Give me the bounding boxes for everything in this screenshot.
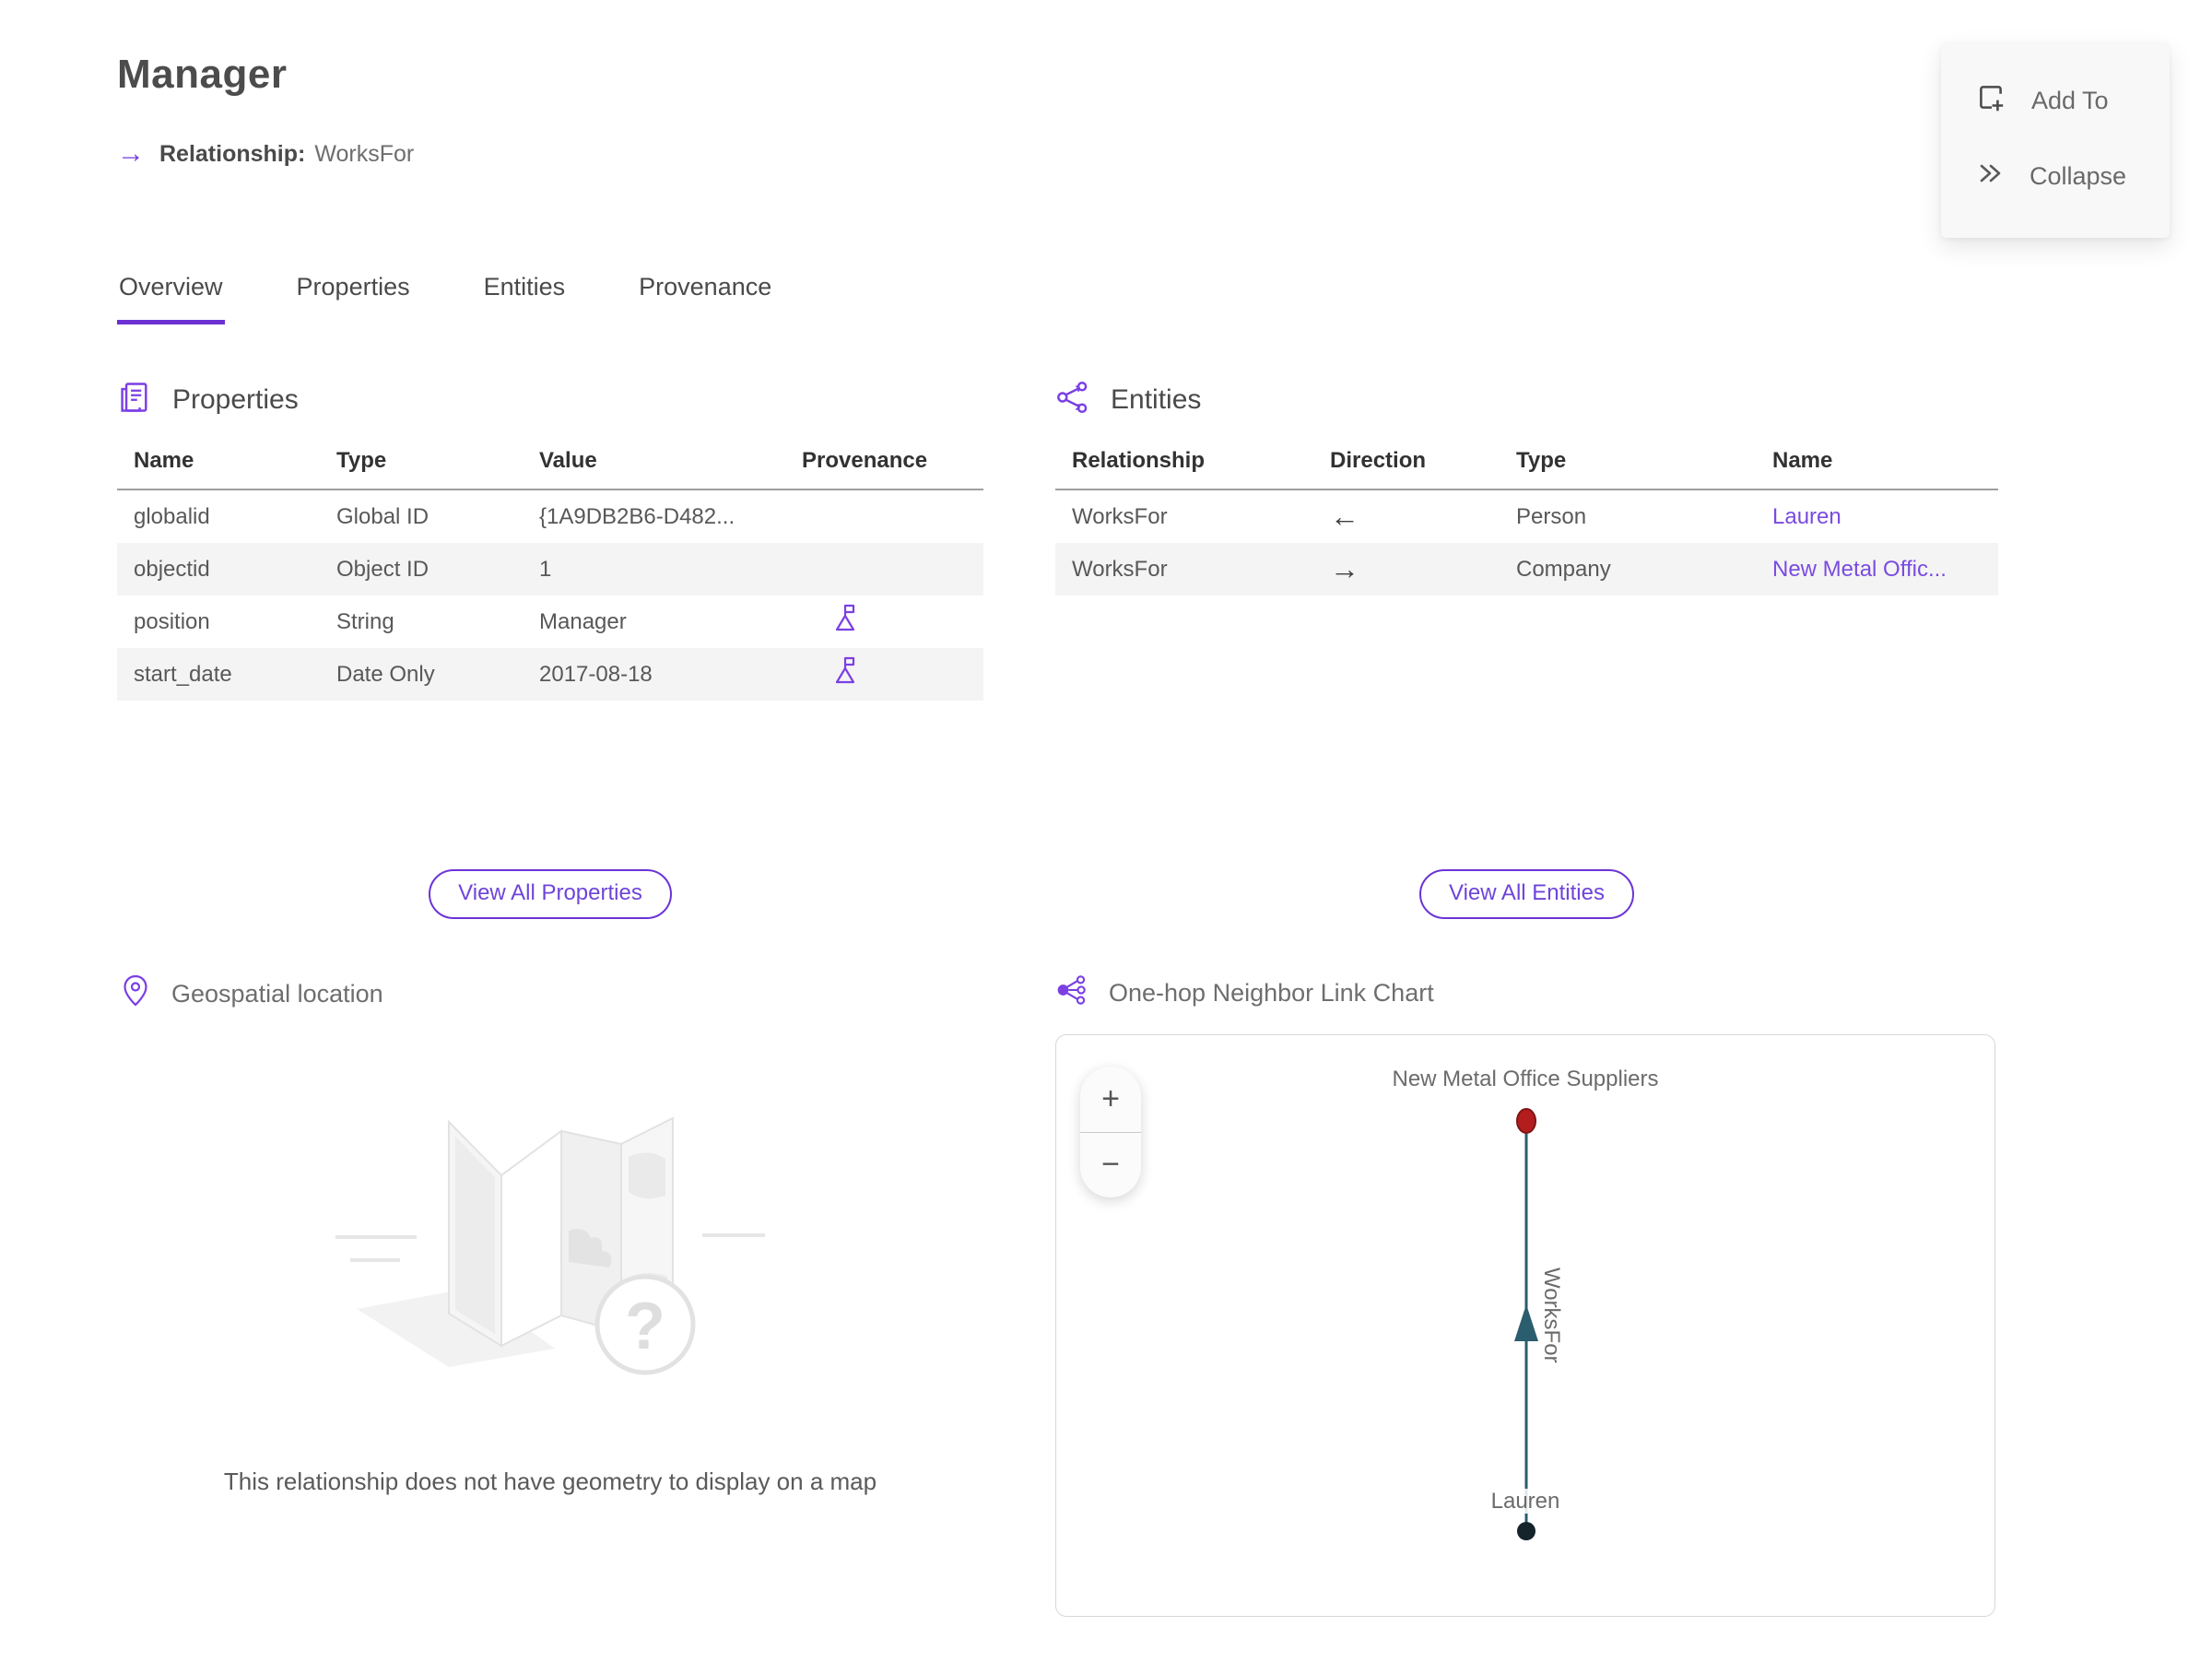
entity-type: Company <box>1516 556 1611 582</box>
entities-table: Relationship Direction Type Name WorksFo… <box>1055 448 1998 595</box>
geospatial-section-header: Geospatial location <box>120 973 383 1015</box>
prop-name: position <box>134 608 210 634</box>
bottom-node-label: Lauren <box>1056 1489 1994 1515</box>
prop-provenance <box>785 654 983 694</box>
table-row: globalid Global ID {1A9DB2B6-D482... <box>117 490 983 543</box>
geospatial-section-title: Geospatial location <box>171 980 383 1008</box>
add-to-button[interactable]: Add To <box>1974 81 2170 121</box>
entity-name-link[interactable]: Lauren <box>1772 504 1841 529</box>
page-title: Manager <box>117 52 288 97</box>
entities-section-header: Entities <box>1055 380 1201 419</box>
prop-value: 1 <box>539 556 552 582</box>
svg-text:?: ? <box>625 1290 665 1363</box>
prop-type: String <box>336 608 394 634</box>
edge-arrow <box>1514 1304 1538 1341</box>
prop-name: globalid <box>134 503 210 529</box>
properties-section-title: Properties <box>172 383 299 415</box>
prop-type: Global ID <box>336 503 429 529</box>
entity-name-link[interactable]: New Metal Offic... <box>1772 557 1947 582</box>
prop-type: Object ID <box>336 556 429 582</box>
table-row: start_date Date Only 2017-08-18 <box>117 648 983 701</box>
provenance-flag-icon[interactable] <box>830 654 861 688</box>
person-node[interactable] <box>1517 1522 1535 1540</box>
entities-section-title: Entities <box>1111 383 1202 415</box>
tab-provenance[interactable]: Provenance <box>637 273 773 324</box>
table-row: objectid Object ID 1 <box>117 543 983 595</box>
relationship-detail-page: Manager → Relationship: WorksFor Add To … <box>0 0 2212 1674</box>
col-type: Type <box>336 448 387 473</box>
collapse-button[interactable]: Collapse <box>1974 158 2170 195</box>
prop-type: Date Only <box>336 661 435 687</box>
zoom-control: + − <box>1080 1067 1141 1197</box>
properties-table: Name Type Value Provenance globalid Glob… <box>117 448 983 701</box>
col-direction: Direction <box>1330 448 1427 473</box>
direction-right-arrow: → <box>1330 552 1359 585</box>
top-node-label: New Metal Office Suppliers <box>1392 1067 1659 1091</box>
table-row: WorksFor → Company New Metal Offic... <box>1055 543 1998 595</box>
double-chevron-right-icon <box>1974 158 2006 195</box>
map-placeholder: ? <box>117 1092 983 1397</box>
actions-panel: Add To Collapse <box>1941 42 2170 238</box>
properties-section-header: Properties <box>117 380 299 419</box>
col-name: Name <box>134 448 194 473</box>
tab-overview[interactable]: Overview <box>117 273 225 324</box>
link-chart-section-header: One-hop Neighbor Link Chart <box>1055 973 1434 1013</box>
provenance-flag-icon[interactable] <box>830 602 861 635</box>
view-all-entities-button[interactable]: View All Entities <box>1419 869 1634 919</box>
one-hop-link-chart-icon <box>1055 973 1088 1013</box>
entity-type: Person <box>1516 503 1587 529</box>
table-row: position String Manager <box>117 595 983 648</box>
edge-label: WorksFor <box>1539 1267 1564 1363</box>
tab-entities[interactable]: Entities <box>482 273 568 324</box>
folded-map-illustration: ? <box>335 1116 765 1375</box>
add-to-label: Add To <box>2031 87 2109 114</box>
link-chart-canvas <box>1514 1108 1538 1540</box>
link-chart-panel: New Metal Office Suppliers WorksFor Laur… <box>1055 1034 1995 1617</box>
entities-table-header: Relationship Direction Type Name <box>1055 448 1998 490</box>
tab-bar: Overview Properties Entities Provenance <box>117 273 773 324</box>
relationship-label: Relationship: <box>159 140 306 167</box>
properties-icon <box>117 380 152 419</box>
prop-value: Manager <box>539 608 627 634</box>
col-name: Name <box>1772 448 1833 473</box>
link-chart-section-title: One-hop Neighbor Link Chart <box>1109 979 1434 1007</box>
col-provenance: Provenance <box>802 448 928 473</box>
no-geometry-message: This relationship does not have geometry… <box>223 1468 877 1495</box>
col-type: Type <box>1516 448 1567 473</box>
col-value: Value <box>539 448 597 473</box>
zoom-out-button[interactable]: − <box>1080 1133 1141 1198</box>
col-relationship: Relationship <box>1072 448 1206 473</box>
direction-left-arrow: ← <box>1330 500 1359 533</box>
relationship-arrow-icon: → <box>117 138 145 169</box>
prop-name: start_date <box>134 661 232 687</box>
table-row: WorksFor ← Person Lauren <box>1055 490 1998 543</box>
entity-relationship: WorksFor <box>1072 556 1168 582</box>
relationship-subtitle: → Relationship: WorksFor <box>117 140 414 168</box>
entity-relationship: WorksFor <box>1072 503 1168 529</box>
zoom-in-button[interactable]: + <box>1080 1067 1141 1133</box>
prop-value: 2017-08-18 <box>539 661 653 687</box>
tab-properties[interactable]: Properties <box>295 273 412 324</box>
entities-graph-icon <box>1055 380 1090 419</box>
add-to-square-icon <box>1974 81 2007 121</box>
map-pin-icon <box>120 973 151 1015</box>
collapse-label: Collapse <box>2030 162 2127 190</box>
company-node[interactable] <box>1516 1108 1536 1134</box>
prop-value: {1A9DB2B6-D482... <box>539 503 735 529</box>
view-all-properties-button[interactable]: View All Properties <box>429 869 672 919</box>
relationship-value: WorksFor <box>314 140 415 167</box>
prop-name: objectid <box>134 556 210 582</box>
prop-provenance <box>785 602 983 642</box>
properties-table-header: Name Type Value Provenance <box>117 448 983 490</box>
